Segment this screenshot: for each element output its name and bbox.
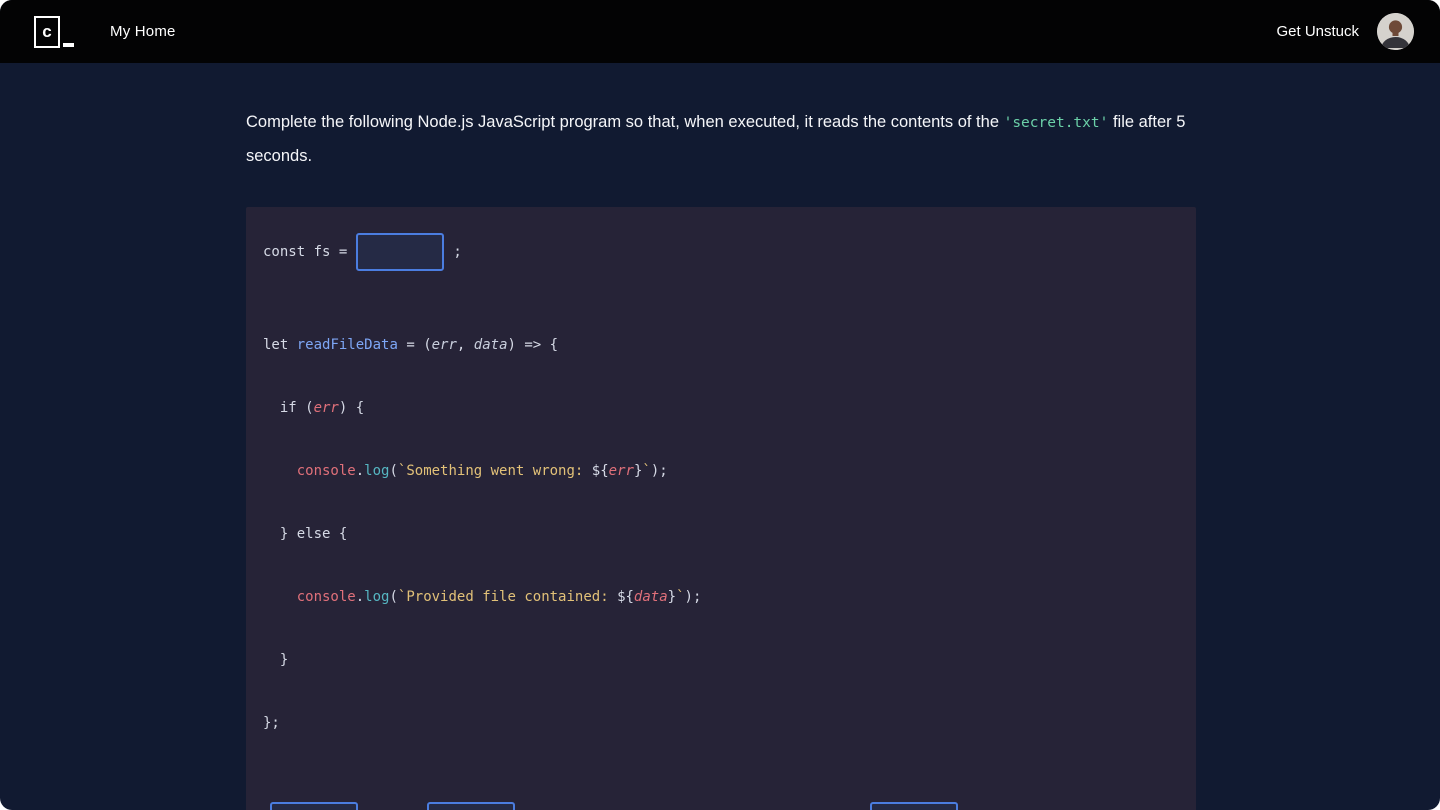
code-line: } — [263, 650, 1176, 671]
nav-my-home-link[interactable]: My Home — [110, 23, 176, 40]
code-final-line: (() => ('./secret.txt', 'utf-8', readFil… — [263, 802, 1176, 810]
code-line1-end: ; — [453, 244, 461, 260]
code-blank-input-4[interactable] — [870, 802, 958, 810]
top-navigation-bar: c My Home Get Unstuck — [0, 0, 1440, 63]
user-avatar[interactable] — [1377, 13, 1414, 50]
question-text-before: Complete the following Node.js JavaScrip… — [246, 113, 1004, 131]
logo-underscore-icon — [63, 43, 74, 47]
code-line: let readFileData = (err, data) => { — [263, 335, 1176, 356]
question-inline-code: 'secret.txt' — [1004, 115, 1109, 131]
code-blank-input-1[interactable] — [356, 233, 444, 271]
code-line: } else { — [263, 524, 1176, 545]
avatar-photo-icon — [1377, 13, 1414, 50]
code-line: console.log(`Provided file contained: ${… — [263, 587, 1176, 608]
app-window: c My Home Get Unstuck Complete the follo… — [0, 0, 1440, 810]
code-editor-panel: const fs = ; let readFileData = (err, da… — [246, 207, 1196, 810]
code-blank-input-3[interactable] — [427, 802, 515, 810]
code-line1-tokens: const fs = — [263, 244, 347, 260]
get-unstuck-link[interactable]: Get Unstuck — [1276, 23, 1359, 40]
code-blank-input-2[interactable] — [270, 802, 358, 810]
code-line: if (err) { — [263, 398, 1176, 419]
code-line-1: const fs = ; — [263, 233, 1176, 271]
lesson-content: Complete the following Node.js JavaScrip… — [0, 63, 1440, 810]
question-text: Complete the following Node.js JavaScrip… — [246, 106, 1191, 173]
code-body: let readFileData = (err, data) => { if (… — [263, 293, 1176, 776]
code-line: }; — [263, 713, 1176, 734]
codecademy-logo[interactable]: c — [34, 16, 74, 48]
logo-letter: c — [34, 16, 60, 48]
code-line: console.log(`Something went wrong: ${err… — [263, 461, 1176, 482]
